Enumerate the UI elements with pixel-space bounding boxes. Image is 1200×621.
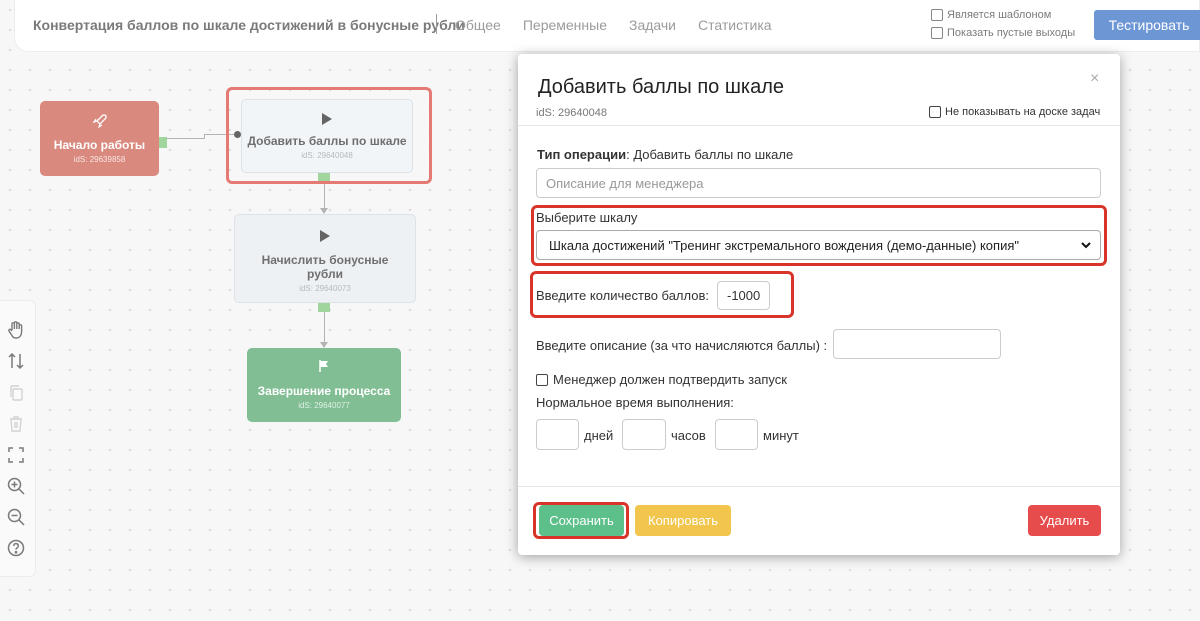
hours-input[interactable] (622, 419, 666, 450)
highlight-box (533, 502, 629, 539)
operation-type: Тип операции: Добавить баллы по шкале (537, 147, 793, 162)
days-input[interactable] (536, 419, 579, 450)
highlight-box (530, 271, 794, 318)
hide-from-board-label: Не показывать на доске задач (945, 106, 1101, 118)
operation-type-value: Добавить баллы по шкале (633, 147, 794, 162)
modal-title: Добавить баллы по шкале (538, 76, 784, 98)
minutes-label: минут (763, 428, 799, 443)
modal-footer-divider (518, 486, 1120, 487)
hours-label: часов (671, 428, 706, 443)
operation-type-label: Тип операции (537, 147, 627, 162)
points-description-label: Введите описание (за что начисляются бал… (536, 338, 828, 353)
highlight-box (531, 205, 1107, 266)
modal-divider (518, 125, 1120, 126)
hide-from-board-checkbox[interactable]: Не показывать на доске задач (929, 106, 1100, 118)
close-icon[interactable]: × (1090, 70, 1099, 88)
copy-button[interactable]: Копировать (635, 505, 731, 536)
days-label: дней (584, 428, 614, 443)
minutes-input[interactable] (715, 419, 758, 450)
delete-button[interactable]: Удалить (1028, 505, 1101, 536)
points-description-input[interactable] (833, 329, 1001, 359)
add-points-modal: Добавить баллы по шкале × idS: 29640048 … (518, 54, 1120, 555)
modal-id: idS: 29640048 (536, 107, 607, 119)
manager-confirm-checkbox-box[interactable] (536, 373, 548, 386)
manager-confirm-checkbox[interactable]: Менеджер должен подтвердить запуск (536, 372, 787, 387)
manager-description-input[interactable]: Описание для менеджера (536, 168, 1101, 198)
normal-time-label: Нормальное время выполнения: (536, 395, 734, 410)
hide-from-board-checkbox-box[interactable] (929, 106, 941, 118)
manager-confirm-label: Менеджер должен подтвердить запуск (553, 372, 787, 387)
